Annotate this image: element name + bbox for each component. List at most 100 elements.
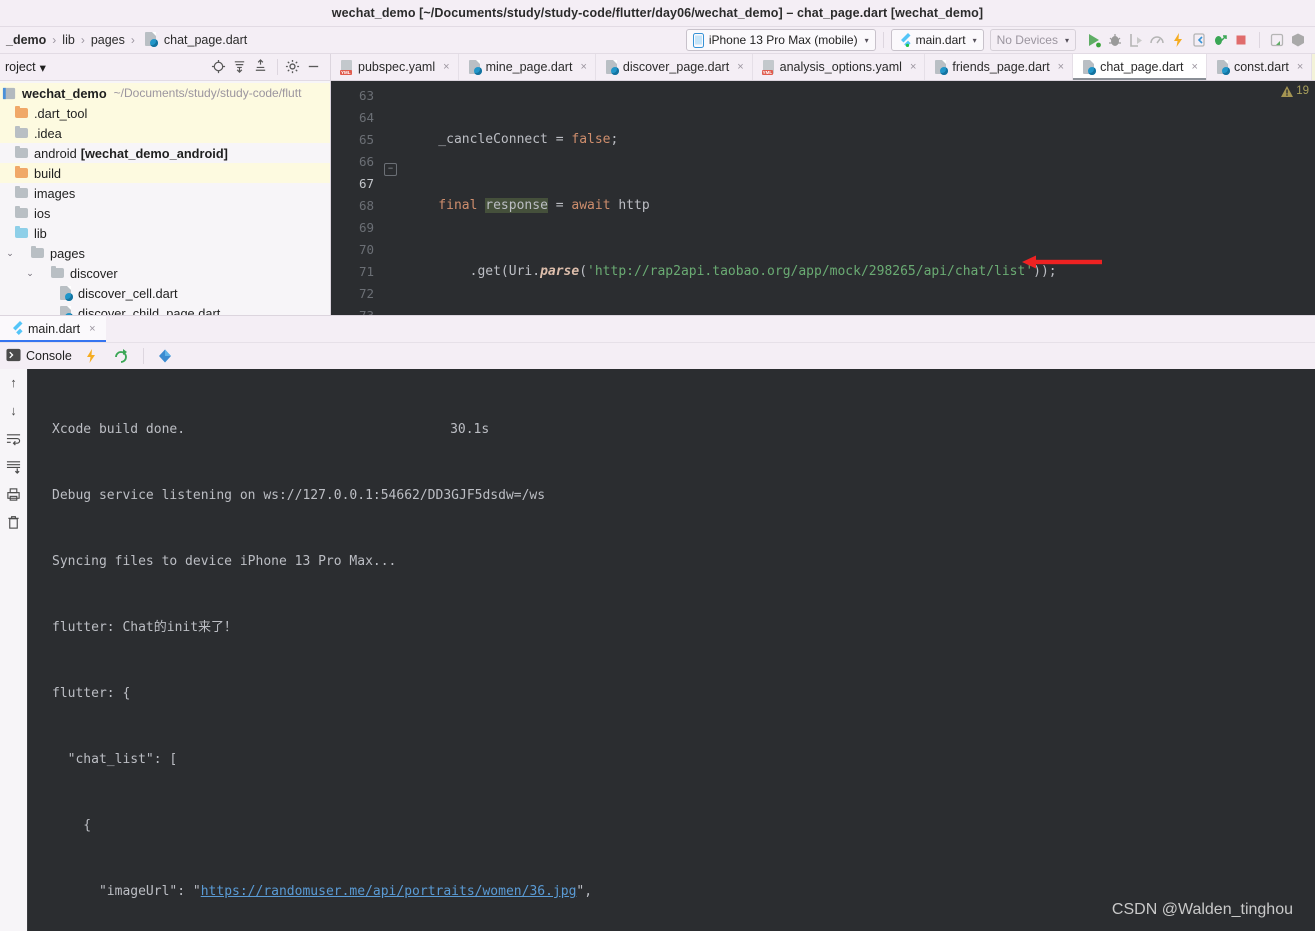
hot-reload-icon[interactable]: [83, 348, 100, 365]
chevron-down-icon[interactable]: ⌄: [24, 268, 36, 279]
attach-debugger-button[interactable]: [1212, 32, 1229, 49]
line-number-current: 67: [358, 176, 374, 191]
tree-item-label: lib: [34, 225, 47, 241]
tree-item-discover-cell[interactable]: discover_cell.dart: [0, 283, 330, 303]
warning-triangle-icon: [1281, 85, 1294, 97]
hot-restart-icon[interactable]: [113, 348, 130, 365]
tab-label: analysis_options.yaml: [779, 60, 902, 74]
code-line-64: final response = await http: [407, 198, 650, 213]
collapse-all-icon[interactable]: [253, 58, 270, 76]
run-tab-main-dart[interactable]: main.dart ×: [0, 316, 106, 342]
scroll-down-icon[interactable]: ↓: [6, 403, 22, 419]
chevron-down-icon: ▾: [39, 60, 46, 75]
tree-item-ios[interactable]: ios: [0, 203, 330, 223]
stop-button[interactable]: [1233, 32, 1250, 49]
line-number: 64: [358, 110, 374, 125]
chevron-down-icon[interactable]: ⌄: [4, 248, 16, 259]
tree-item-label: discover_child_page.dart: [78, 305, 221, 316]
inspection-warning-badge[interactable]: 19: [1281, 85, 1309, 97]
console-tab-label: Console: [26, 349, 72, 363]
profile-button[interactable]: [1149, 32, 1166, 49]
project-tree: wechat_demo ~/Documents/study/study-code…: [0, 81, 330, 315]
tab-discover-page-dart[interactable]: discover_page.dart ×: [596, 54, 753, 80]
project-pane-title-label: roject: [5, 60, 36, 74]
run-tab-label: main.dart: [28, 322, 81, 336]
tree-item-android[interactable]: android [wechat_demo_android]: [0, 143, 330, 163]
build-duration: 30.1s: [450, 422, 490, 437]
settings-gear-icon[interactable]: [285, 59, 302, 76]
close-icon[interactable]: ×: [580, 61, 586, 73]
expand-all-icon[interactable]: [232, 59, 249, 76]
chevron-down-icon: ▾: [1064, 35, 1069, 45]
tree-item-discover[interactable]: ⌄ discover: [0, 263, 330, 283]
tree-item-label: images: [34, 185, 76, 201]
tree-item-discover-child-page[interactable]: discover_child_page.dart: [0, 303, 330, 315]
soft-wrap-icon[interactable]: [6, 431, 22, 447]
open-devtools-button[interactable]: [1191, 32, 1208, 49]
tree-item-module: [wechat_demo_android]: [80, 145, 228, 161]
scroll-up-icon[interactable]: ↑: [6, 375, 22, 391]
tree-item-lib[interactable]: lib: [0, 223, 330, 243]
tree-item-wechat-demo[interactable]: wechat_demo ~/Documents/study/study-code…: [0, 83, 330, 103]
device-selector-label: iPhone 13 Pro Max (mobile): [708, 33, 858, 47]
close-icon[interactable]: ×: [910, 61, 916, 73]
close-icon[interactable]: ×: [1297, 61, 1303, 73]
console-output[interactable]: Xcode build done. 30.1s Debug service lis…: [28, 369, 1315, 931]
clear-all-icon[interactable]: [6, 515, 22, 531]
more-actions-button[interactable]: [1290, 32, 1307, 49]
run-configuration-selector[interactable]: main.dart ▾: [890, 29, 984, 51]
tab-mine-page-dart[interactable]: mine_page.dart ×: [459, 54, 596, 80]
console-tab[interactable]: Console: [6, 348, 72, 365]
locate-file-icon[interactable]: [211, 59, 228, 76]
console-line: {: [52, 818, 92, 833]
console-line-text: "imageUrl": ": [52, 884, 201, 899]
device-manager-button[interactable]: [1269, 32, 1286, 49]
dart-file-icon: [1215, 60, 1230, 75]
breadcrumb-item-file[interactable]: chat_page.dart: [164, 33, 247, 47]
tree-item-build[interactable]: build: [0, 163, 330, 183]
hide-panel-icon[interactable]: [306, 59, 323, 76]
tree-item-pages[interactable]: ⌄ pages: [0, 243, 330, 263]
code-folding-gutter[interactable]: −: [383, 81, 397, 315]
breadcrumb-item-lib[interactable]: lib: [62, 33, 75, 47]
code-line-65: .get(Uri.parse('http://rap2api.taobao.or…: [407, 264, 1057, 279]
line-number-gutter: 63 64 65 66 67 68 69 70 71 72 73 74: [331, 81, 383, 315]
tab-analysis-options-yaml[interactable]: analysis_options.yaml ×: [753, 54, 926, 80]
navigation-bar: _demo › lib › pages › chat_page.dart iPh…: [0, 27, 1315, 54]
close-icon[interactable]: ×: [737, 61, 743, 73]
image-url-link[interactable]: https://randomuser.me/api/portraits/wome…: [201, 884, 577, 899]
hot-reload-button[interactable]: [1170, 32, 1187, 49]
console-line: Xcode build done. 30.1s: [52, 419, 1315, 441]
breadcrumb-item-project[interactable]: _demo: [6, 33, 46, 47]
run-with-coverage-button[interactable]: [1128, 32, 1145, 49]
close-icon[interactable]: ×: [1058, 61, 1064, 73]
devtools-diamond-icon[interactable]: [157, 348, 174, 365]
breadcrumb-item-pages[interactable]: pages: [91, 33, 125, 47]
tree-item-idea[interactable]: .idea: [0, 123, 330, 143]
tree-item-dart-tool[interactable]: .dart_tool: [0, 103, 330, 123]
code-editor[interactable]: 63 64 65 66 67 68 69 70 71 72 73 74 −: [331, 81, 1315, 315]
project-pane-title[interactable]: roject ▾: [5, 60, 46, 75]
code-content[interactable]: _cancleConnect = false; final response =…: [397, 81, 1315, 315]
close-icon[interactable]: ×: [89, 323, 95, 335]
close-icon[interactable]: ×: [443, 61, 449, 73]
fold-toggle-icon[interactable]: −: [384, 163, 397, 176]
dart-file-icon: [933, 60, 949, 75]
window-title-bar: wechat_demo [~/Documents/study/study-cod…: [0, 0, 1315, 27]
tree-item-label: .dart_tool: [34, 105, 88, 121]
tab-chat-page-dart[interactable]: chat_page.dart ×: [1073, 54, 1207, 80]
console-line: flutter: {: [52, 686, 131, 701]
scroll-to-end-icon[interactable]: [6, 459, 22, 475]
breadcrumb-separator: ›: [52, 33, 57, 47]
device-selector[interactable]: iPhone 13 Pro Max (mobile) ▾: [685, 29, 876, 51]
close-icon[interactable]: ×: [1192, 61, 1198, 73]
devices-selector[interactable]: No Devices ▾: [989, 29, 1076, 51]
tab-friends-page-dart[interactable]: friends_page.dart ×: [925, 54, 1074, 80]
print-icon[interactable]: [6, 487, 22, 503]
tab-const-dart[interactable]: const.dart ×: [1207, 54, 1313, 80]
tree-item-images[interactable]: images: [0, 183, 330, 203]
debug-button[interactable]: [1107, 32, 1124, 49]
console-line: Debug service listening on ws://127.0.0.…: [52, 488, 546, 503]
run-button[interactable]: [1086, 32, 1103, 49]
tab-pubspec-yaml[interactable]: pubspec.yaml ×: [331, 54, 459, 80]
